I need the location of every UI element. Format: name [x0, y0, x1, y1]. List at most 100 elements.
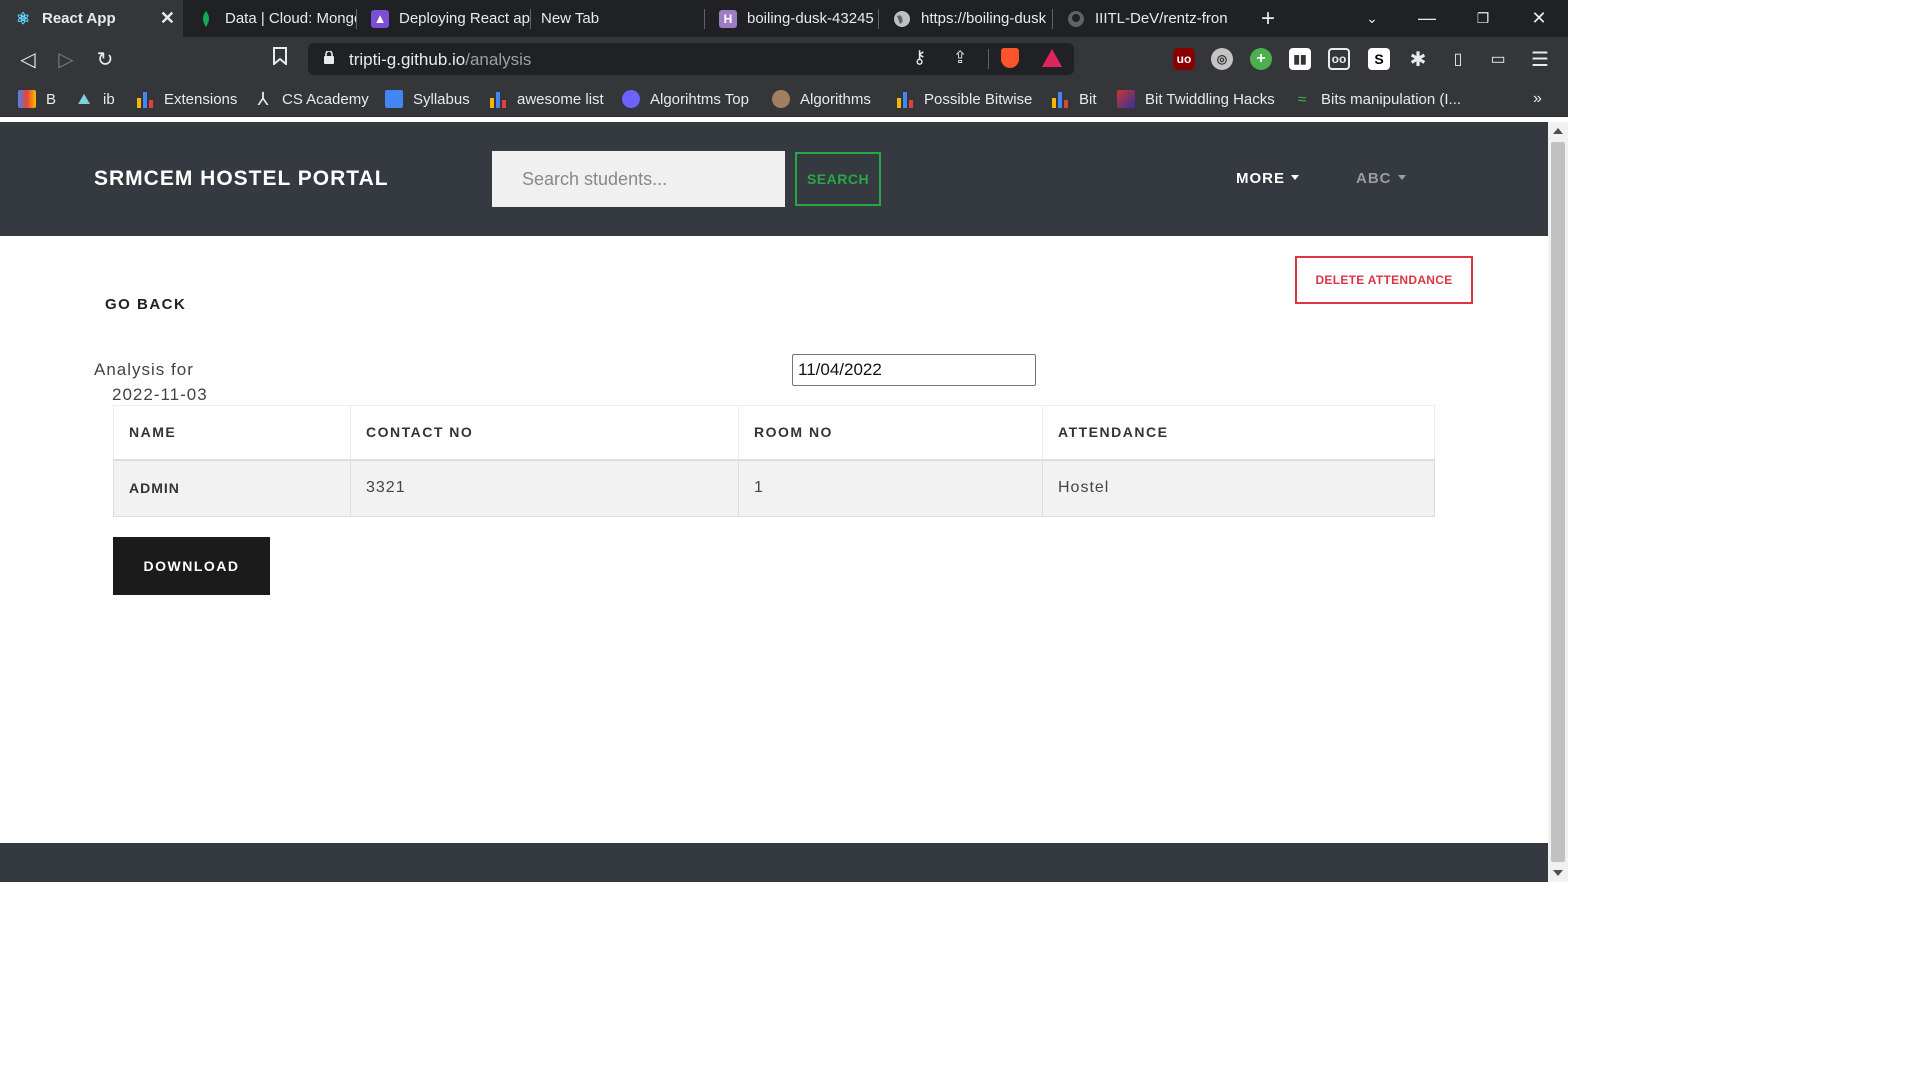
github-icon: [1067, 10, 1085, 28]
tab-title: boiling-dusk-43245: [747, 10, 874, 27]
extension-glasses-icon[interactable]: oo: [1328, 48, 1350, 70]
bookmark-item[interactable]: Bit Twiddling Hacks: [1117, 81, 1275, 117]
brand-title[interactable]: SRMCEM HOSTEL PORTAL: [94, 167, 389, 191]
extension-owl-icon[interactable]: ◎: [1211, 48, 1233, 70]
tab-title: IIITL-DeV/rentz-front: [1095, 10, 1227, 27]
bookmark-button[interactable]: [262, 37, 298, 81]
browser-toolbar: ◁ ▷ ↻ tripti-g.github.io/analysis ⚷ ⇪ uo…: [0, 37, 1568, 81]
close-icon[interactable]: ✕: [160, 8, 175, 29]
restore-icon: ❐: [1476, 10, 1490, 26]
cell-name: ADMIN: [113, 459, 351, 517]
tab-heroku[interactable]: H boiling-dusk-43245: [705, 0, 879, 37]
scrollbar-thumb[interactable]: [1551, 142, 1565, 862]
tab-deploying-react[interactable]: ▲ Deploying React app: [357, 0, 531, 37]
google-docs-icon: [385, 90, 403, 108]
more-bookmarks-button[interactable]: »: [1533, 81, 1542, 117]
reload-icon: ↻: [96, 48, 114, 71]
user-dropdown[interactable]: ABC: [1356, 170, 1406, 187]
bookmark-item[interactable]: Algorithms: [772, 81, 871, 117]
cell-contact: 3321: [350, 459, 739, 517]
close-window-button[interactable]: ✕: [1519, 0, 1559, 37]
minimize-icon: —: [1418, 8, 1436, 28]
download-button[interactable]: DOWNLOAD: [113, 537, 270, 595]
minimize-button[interactable]: —: [1407, 0, 1447, 37]
date-input[interactable]: 11/04/2022: [792, 354, 1036, 386]
menu-button[interactable]: ☰: [1522, 37, 1558, 81]
sidebar-icon: ▯: [1453, 51, 1463, 68]
brave-shield-icon[interactable]: [1001, 48, 1019, 68]
react-icon: ⚛: [15, 10, 31, 28]
bookmark-item[interactable]: awesome list: [489, 81, 604, 117]
column-header-contact: CONTACT NO: [350, 405, 739, 461]
sidebar-toggle-button[interactable]: ▯: [1440, 37, 1476, 81]
browser-tab-strip: ⚛ React App ✕ Data | Cloud: MongoDB ▲ De…: [0, 0, 1568, 37]
share-icon[interactable]: ⇪: [953, 48, 967, 68]
bookmark-item[interactable]: ⅄ CS Academy: [254, 81, 369, 117]
search-button[interactable]: SEARCH: [795, 152, 881, 206]
column-header-attendance: ATTENDANCE: [1042, 405, 1435, 461]
gmail-icon: [18, 90, 36, 108]
wallet-button[interactable]: ▭: [1480, 37, 1516, 81]
bookmark-item[interactable]: Extensions: [136, 81, 237, 117]
bar-chart-icon: [896, 90, 914, 108]
bookmark-item[interactable]: ≈ Bits manipulation (I...: [1293, 81, 1461, 117]
extension-s-icon[interactable]: S: [1368, 48, 1390, 70]
address-bar[interactable]: tripti-g.github.io/analysis ⚷ ⇪: [308, 43, 1074, 75]
reload-button[interactable]: ↻: [87, 37, 123, 81]
page-scrollbar[interactable]: [1548, 122, 1568, 882]
back-button[interactable]: ◁: [10, 37, 46, 81]
tab-boiling-dusk[interactable]: https://boiling-dusk: [879, 0, 1053, 37]
bookmark-item[interactable]: ⛰ ib: [75, 81, 115, 117]
bookmarks-bar: B ⛰ ib Extensions ⅄ CS Academy Syllabus aw…: [0, 81, 1568, 117]
wave-icon: [622, 90, 640, 108]
ublock-icon[interactable]: uo: [1173, 48, 1195, 70]
bookmark-item[interactable]: Algorihtms Top: [622, 81, 749, 117]
lock-icon: [324, 51, 334, 64]
caret-down-icon: [1397, 175, 1406, 180]
tab-react-app[interactable]: ⚛ React App ✕: [0, 0, 183, 37]
extension-plus-icon[interactable]: +: [1250, 48, 1272, 70]
bookmark-image-icon: [1117, 90, 1135, 108]
delete-attendance-button[interactable]: DELETE ATTENDANCE: [1295, 256, 1473, 304]
avatar-icon: [772, 90, 790, 108]
brave-rewards-icon[interactable]: [1042, 49, 1062, 67]
mongodb-leaf-icon: [197, 10, 215, 28]
rocket-icon: ▲: [371, 9, 389, 28]
plus-icon: +: [1260, 4, 1275, 32]
bookmark-item[interactable]: Syllabus: [385, 81, 470, 117]
heroku-icon: H: [719, 9, 737, 28]
tab-new-tab[interactable]: New Tab: [531, 0, 705, 37]
cs-academy-icon: ⅄: [257, 88, 269, 109]
tab-title: New Tab: [541, 10, 600, 27]
restore-button[interactable]: ❐: [1463, 0, 1503, 37]
scroll-down-icon[interactable]: [1553, 870, 1563, 876]
site-navbar: SRMCEM HOSTEL PORTAL Search students... …: [0, 122, 1548, 236]
go-back-link[interactable]: GO BACK: [105, 296, 186, 313]
bookmark-item[interactable]: B: [18, 81, 56, 117]
scroll-up-icon[interactable]: [1553, 128, 1563, 134]
dna-icon: ≈: [1297, 90, 1307, 108]
column-header-room: ROOM NO: [738, 405, 1043, 461]
tab-title: https://boiling-dusk: [921, 10, 1047, 27]
key-icon[interactable]: ⚷: [913, 47, 926, 68]
bookmark-item[interactable]: Possible Bitwise: [896, 81, 1032, 117]
extensions-button[interactable]: ✱: [1400, 37, 1436, 81]
url-text: tripti-g.github.io/analysis: [349, 50, 532, 69]
hamburger-icon: ☰: [1531, 48, 1549, 71]
bar-chart-icon: [489, 90, 507, 108]
search-input[interactable]: Search students...: [492, 151, 785, 207]
more-dropdown[interactable]: MORE: [1236, 170, 1299, 187]
tab-title: React App: [42, 10, 116, 27]
tab-mongodb[interactable]: Data | Cloud: MongoDB: [183, 0, 357, 37]
new-tab-button[interactable]: +: [1248, 0, 1288, 37]
bookmark-icon: [273, 47, 287, 71]
tab-search-button[interactable]: ⌄: [1352, 0, 1392, 37]
bookmark-item[interactable]: Bit: [1051, 81, 1097, 117]
tab-github[interactable]: IIITL-DeV/rentz-front: [1053, 0, 1227, 37]
analysis-label: Analysis for: [94, 360, 194, 379]
extension-chart-icon[interactable]: ▮▮: [1289, 48, 1311, 70]
forward-button[interactable]: ▷: [48, 37, 84, 81]
column-header-name: NAME: [113, 405, 351, 461]
site-footer: [0, 843, 1548, 882]
wallet-icon: ▭: [1490, 51, 1506, 68]
